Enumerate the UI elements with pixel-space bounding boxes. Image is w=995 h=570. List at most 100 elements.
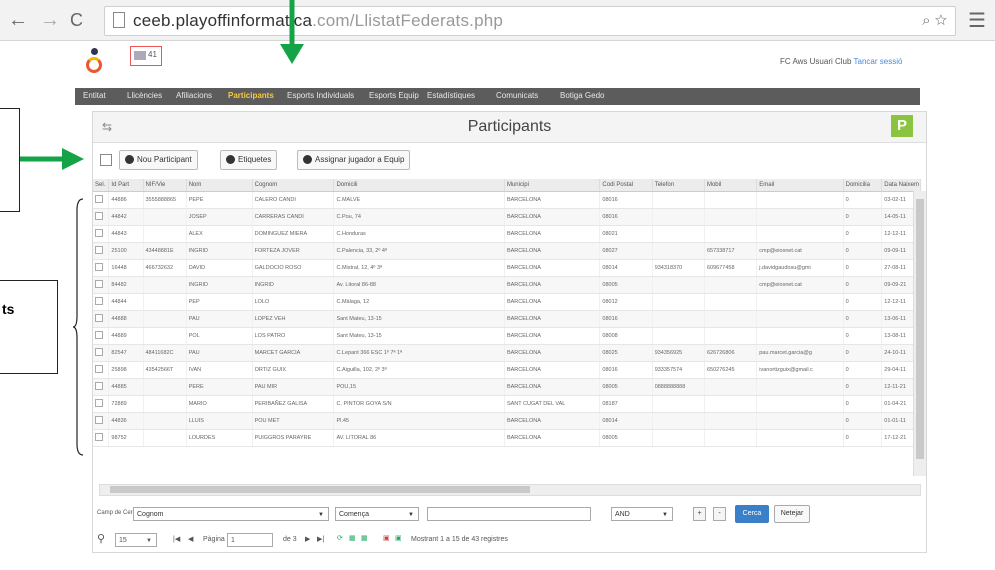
table-row[interactable]: 82547 48411682C PAU MARCET GARCIA C.Lepant 3… bbox=[93, 344, 921, 362]
last-page-icon[interactable]: ▶| bbox=[317, 535, 324, 543]
search-operator-select[interactable]: Comença ▼ bbox=[335, 507, 419, 521]
table-row[interactable]: 44886 3555888865 PEPE CALERO CANDI C.MALVE BA… bbox=[93, 191, 921, 209]
table-cell: 72889 bbox=[108, 395, 144, 413]
search-field-select[interactable]: Cognom ▼ bbox=[133, 507, 329, 521]
table-cell bbox=[704, 327, 758, 345]
column-header[interactable]: Domicilia bbox=[843, 179, 883, 192]
search-logic-value: AND bbox=[615, 511, 630, 518]
column-header[interactable]: Telefon bbox=[652, 179, 705, 192]
table-cell: C.Honduras bbox=[333, 225, 505, 243]
calendar-range-icon[interactable]: ▦ bbox=[361, 534, 368, 542]
column-header[interactable]: Municipi bbox=[504, 179, 601, 192]
table-cell: j.davidgaudosu@gmi bbox=[756, 259, 844, 277]
row-select-cell bbox=[93, 259, 110, 277]
next-page-icon[interactable]: ▶ bbox=[305, 535, 310, 543]
row-checkbox[interactable] bbox=[95, 433, 103, 441]
page-size-select[interactable]: 15 ▼ bbox=[115, 533, 157, 547]
row-checkbox[interactable] bbox=[95, 348, 103, 356]
row-checkbox[interactable] bbox=[95, 280, 103, 288]
table-cell: 933357574 bbox=[652, 361, 705, 379]
pdf-export-icon[interactable]: ▣ bbox=[383, 534, 390, 542]
row-checkbox[interactable] bbox=[95, 195, 103, 203]
row-checkbox[interactable] bbox=[95, 297, 103, 305]
row-checkbox[interactable] bbox=[95, 263, 103, 271]
column-header[interactable]: Cognom bbox=[252, 179, 335, 192]
table-row[interactable]: 44836 LLUIS POU MET Pl.45 BARCELONA 08014 0 01-… bbox=[93, 412, 921, 430]
column-header[interactable]: Sel. bbox=[93, 179, 110, 192]
table-cell: ALEX bbox=[186, 225, 253, 243]
horizontal-scroll-thumb[interactable] bbox=[110, 486, 530, 493]
table-row[interactable]: 44842 JOSEP CARRERAS CANDI C.Pou, 74 BARCELO… bbox=[93, 208, 921, 226]
table-row[interactable]: 44844 PEP LOLO C.Màlaga, 12 BARCELONA 08012 0 1… bbox=[93, 293, 921, 311]
column-header[interactable]: Domicili bbox=[333, 179, 505, 192]
table-cell: BARCELONA bbox=[504, 310, 601, 328]
column-header[interactable]: Id Part bbox=[108, 179, 144, 192]
table-cell: ORTIZ GUIX bbox=[252, 361, 335, 379]
table-row[interactable]: 44885 PERE PAU MIR POU,15 BARCELONA 08005 0888… bbox=[93, 378, 921, 396]
table-row[interactable]: 44843 ALEX DOMINGUEZ MIERA C.Honduras BARCEL… bbox=[93, 225, 921, 243]
search-icon[interactable]: ⚲ bbox=[97, 532, 105, 545]
table-cell: 82547 bbox=[108, 344, 144, 362]
table-cell: C.MALVE bbox=[333, 191, 505, 209]
remove-condition-button[interactable]: - bbox=[713, 507, 726, 521]
prev-page-icon[interactable]: ◀ bbox=[188, 535, 193, 543]
row-checkbox[interactable] bbox=[95, 212, 103, 220]
labels-button[interactable]: Etiquetes bbox=[220, 150, 278, 170]
vertical-scrollbar[interactable] bbox=[913, 191, 926, 476]
excel-export-icon[interactable]: ▣ bbox=[395, 534, 402, 542]
table-cell: 0 bbox=[843, 344, 883, 362]
table-row[interactable]: 98752 LOURDES PUIGGROS PARAYRE AV. LITORAL … bbox=[93, 429, 921, 447]
table-cell: 0 bbox=[843, 276, 883, 294]
column-header[interactable]: Nom bbox=[186, 179, 253, 192]
table-row[interactable]: 84482 INGRID INGRID Av. Litoral 86-88 BARCEL… bbox=[93, 276, 921, 294]
horizontal-scrollbar[interactable] bbox=[99, 484, 921, 496]
column-header[interactable]: Codi Postal bbox=[599, 179, 653, 192]
assign-team-button[interactable]: Assignar jugador a Equip bbox=[297, 150, 411, 170]
search-button[interactable]: Cerca bbox=[735, 505, 769, 523]
table-cell: 08025 bbox=[599, 344, 653, 362]
select-all-checkbox[interactable] bbox=[100, 154, 112, 166]
table-cell bbox=[704, 293, 758, 311]
table-row[interactable]: 16448 466732632 DAVID GALDOCIO ROSO C.Mistra… bbox=[93, 259, 921, 277]
row-checkbox[interactable] bbox=[95, 365, 103, 373]
table-row[interactable]: 44889 POL LOS PATRO Sant Mateu, 13-15 BARCEL… bbox=[93, 327, 921, 345]
row-checkbox[interactable] bbox=[95, 416, 103, 424]
page-input-value: 1 bbox=[231, 537, 235, 544]
table-cell: BARCELONA bbox=[504, 327, 601, 345]
table-cell bbox=[704, 429, 758, 447]
column-header[interactable]: NIF/Vie bbox=[143, 179, 187, 192]
vertical-scroll-thumb[interactable] bbox=[916, 199, 924, 459]
table-cell: PERE bbox=[186, 378, 253, 396]
row-checkbox[interactable] bbox=[95, 314, 103, 322]
table-row[interactable]: 72889 MARIO PERIBAÑEZ GALISA C. PINTOR GOYA… bbox=[93, 395, 921, 413]
row-select-cell bbox=[93, 191, 110, 209]
row-checkbox[interactable] bbox=[95, 246, 103, 254]
table-cell bbox=[143, 310, 187, 328]
calendar-icon[interactable]: ▦ bbox=[349, 534, 356, 542]
row-checkbox[interactable] bbox=[95, 382, 103, 390]
column-header[interactable]: Data Naixem bbox=[881, 179, 921, 192]
refresh-icon[interactable]: ⟳ bbox=[337, 534, 343, 542]
column-header[interactable]: Email bbox=[756, 179, 844, 192]
new-participant-button[interactable]: Nou Participant bbox=[119, 150, 198, 170]
table-row[interactable]: 25898 43542566T IVAN ORTIZ GUIX C.Aiguilla, … bbox=[93, 361, 921, 379]
row-checkbox[interactable] bbox=[95, 399, 103, 407]
table-row[interactable]: 25100 43448881E INGRID FORTEZA JOVER C.Palen… bbox=[93, 242, 921, 260]
table-cell: IVAN bbox=[186, 361, 253, 379]
participants-grid: Sel. Id Part NIF/Vie Nom Cognom Domicili Munic… bbox=[93, 179, 926, 481]
table-cell: MARCET GARCIA bbox=[252, 344, 335, 362]
search-value-input[interactable] bbox=[427, 507, 591, 521]
column-header[interactable]: Mobil bbox=[704, 179, 758, 192]
table-cell: 08005 bbox=[599, 429, 653, 447]
table-cell: 98752 bbox=[108, 429, 144, 447]
first-page-icon[interactable]: |◀ bbox=[173, 535, 180, 543]
table-cell: 25100 bbox=[108, 242, 144, 260]
search-logic-select[interactable]: AND ▼ bbox=[611, 507, 673, 521]
add-condition-button[interactable]: + bbox=[693, 507, 706, 521]
page-input[interactable]: 1 bbox=[227, 533, 273, 547]
annotation-box-top bbox=[0, 108, 20, 212]
table-row[interactable]: 44888 PAU LOPEZ VEH Sant Mateu, 13-15 BARCEL… bbox=[93, 310, 921, 328]
reset-button[interactable]: Netejar bbox=[774, 505, 810, 523]
row-checkbox[interactable] bbox=[95, 229, 103, 237]
row-checkbox[interactable] bbox=[95, 331, 103, 339]
